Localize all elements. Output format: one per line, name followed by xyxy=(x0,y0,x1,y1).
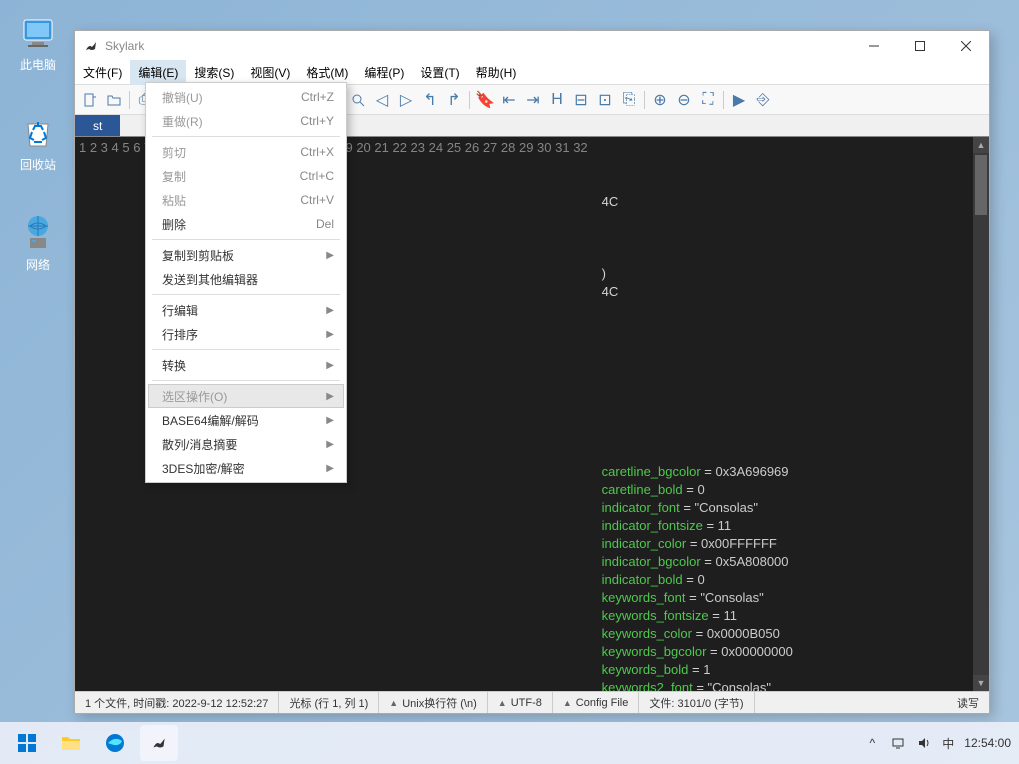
desktop-icon-network[interactable]: 网络 xyxy=(8,212,68,273)
menu-item: 重做(R)Ctrl+Y xyxy=(148,109,344,133)
window-title: Skylark xyxy=(105,39,851,53)
start-button[interactable] xyxy=(8,725,46,761)
menu-item[interactable]: 转换▶ xyxy=(148,353,344,377)
desktop-icon-recycle[interactable]: 回收站 xyxy=(8,112,68,173)
run-icon[interactable]: ▶ xyxy=(728,89,750,111)
menu-item[interactable]: 散列/消息摘要▶ xyxy=(148,432,344,456)
volume-tray-icon[interactable] xyxy=(916,735,932,751)
menu-help[interactable]: 帮助(H) xyxy=(468,60,525,85)
menu-item: 复制Ctrl+C xyxy=(148,164,344,188)
desktop-icon-label: 回收站 xyxy=(8,156,68,173)
maximize-button[interactable] xyxy=(897,31,943,61)
menu-item[interactable]: 删除Del xyxy=(148,212,344,236)
ime-indicator[interactable]: 中 xyxy=(942,735,954,752)
bookmark-icon[interactable]: 🔖 xyxy=(474,89,496,111)
recycle-icon xyxy=(18,112,58,152)
menu-item[interactable]: 3DES加密/解密▶ xyxy=(148,456,344,480)
vertical-scrollbar[interactable]: ▲ ▼ xyxy=(973,137,989,691)
tool-icon[interactable]: ⎘ xyxy=(618,89,640,111)
tool-icon[interactable]: ↱ xyxy=(443,89,465,111)
desktop-icon-computer[interactable]: 此电脑 xyxy=(8,12,68,73)
network-icon xyxy=(18,212,58,252)
minimize-button[interactable] xyxy=(851,31,897,61)
scroll-up-arrow[interactable]: ▲ xyxy=(973,137,989,153)
tool-icon[interactable]: ⊡ xyxy=(594,89,616,111)
menu-item: 选区操作(O)▶ xyxy=(148,384,344,408)
fullscreen-icon[interactable]: ⛶ xyxy=(697,89,719,111)
menu-item: 剪切Ctrl+X xyxy=(148,140,344,164)
statusbar: 1 个文件, 时间戳: 2022-9-12 12:52:27 光标 (行 1, … xyxy=(75,691,989,713)
menu-file[interactable]: 文件(F) xyxy=(75,60,130,85)
titlebar[interactable]: Skylark xyxy=(75,31,989,61)
tool-icon[interactable]: ▷ xyxy=(395,89,417,111)
desktop-icon-label: 网络 xyxy=(8,256,68,273)
clock[interactable]: 12:54:00 xyxy=(964,736,1011,750)
close-button[interactable] xyxy=(943,31,989,61)
status-file-info: 1 个文件, 时间戳: 2022-9-12 12:52:27 xyxy=(75,692,279,713)
explorer-icon[interactable] xyxy=(52,725,90,761)
tool-icon[interactable]: ⇥ xyxy=(522,89,544,111)
menu-item[interactable]: 发送到其他编辑器 xyxy=(148,267,344,291)
status-encoding: ▲UTF-8 xyxy=(488,692,553,713)
file-tab[interactable]: st xyxy=(75,115,120,136)
menu-settings[interactable]: 设置(T) xyxy=(412,60,467,85)
scroll-down-arrow[interactable]: ▼ xyxy=(973,675,989,691)
tool-icon[interactable]: ⊟ xyxy=(570,89,592,111)
tool-icon[interactable]: ◁ xyxy=(371,89,393,111)
computer-icon xyxy=(18,12,58,52)
menu-item[interactable]: 复制到剪贴板▶ xyxy=(148,243,344,267)
menu-item[interactable]: BASE64编解/解码▶ xyxy=(148,408,344,432)
desktop-icon-label: 此电脑 xyxy=(8,56,68,73)
edge-icon[interactable] xyxy=(96,725,134,761)
new-file-icon[interactable] xyxy=(79,89,101,111)
zoom-in-icon[interactable]: ⊕ xyxy=(649,89,671,111)
tray-chevron-icon[interactable]: ^ xyxy=(864,735,880,751)
scroll-thumb[interactable] xyxy=(975,155,987,215)
status-cursor: 光标 (行 1, 列 1) xyxy=(279,692,379,713)
network-tray-icon[interactable] xyxy=(890,735,906,751)
tool-icon[interactable]: ⎆ xyxy=(752,89,774,111)
menu-item[interactable]: 行编辑▶ xyxy=(148,298,344,322)
app-icon xyxy=(83,38,99,54)
status-eol: ▲Unix换行符 (\n) xyxy=(379,692,487,713)
zoom-out-icon[interactable]: ⊖ xyxy=(673,89,695,111)
status-filetype: ▲Config File xyxy=(553,692,640,713)
menu-program[interactable]: 编程(P) xyxy=(356,60,412,85)
taskbar: ^ 中 12:54:00 xyxy=(0,722,1019,764)
open-file-icon[interactable] xyxy=(103,89,125,111)
tool-icon[interactable]: ↰ xyxy=(419,89,441,111)
menu-item: 撤销(U)Ctrl+Z xyxy=(148,85,344,109)
menu-item[interactable]: 行排序▶ xyxy=(148,322,344,346)
status-mode: 读写 xyxy=(947,692,989,713)
tool-icon[interactable]: ⇤ xyxy=(498,89,520,111)
menu-item: 粘贴Ctrl+V xyxy=(148,188,344,212)
tool-icon[interactable]: H xyxy=(546,89,568,111)
edit-menu-dropdown: 撤销(U)Ctrl+Z重做(R)Ctrl+Y 剪切Ctrl+X复制Ctrl+C粘贴… xyxy=(145,82,347,483)
search-icon[interactable] xyxy=(347,89,369,111)
code-content[interactable]: 4C ) 4C caretline_bgcolor = 0x3A696969 c… xyxy=(596,137,989,691)
skylark-taskbar-icon[interactable] xyxy=(140,725,178,761)
status-filesize: 文件: 3101/0 (字节) xyxy=(639,692,754,713)
